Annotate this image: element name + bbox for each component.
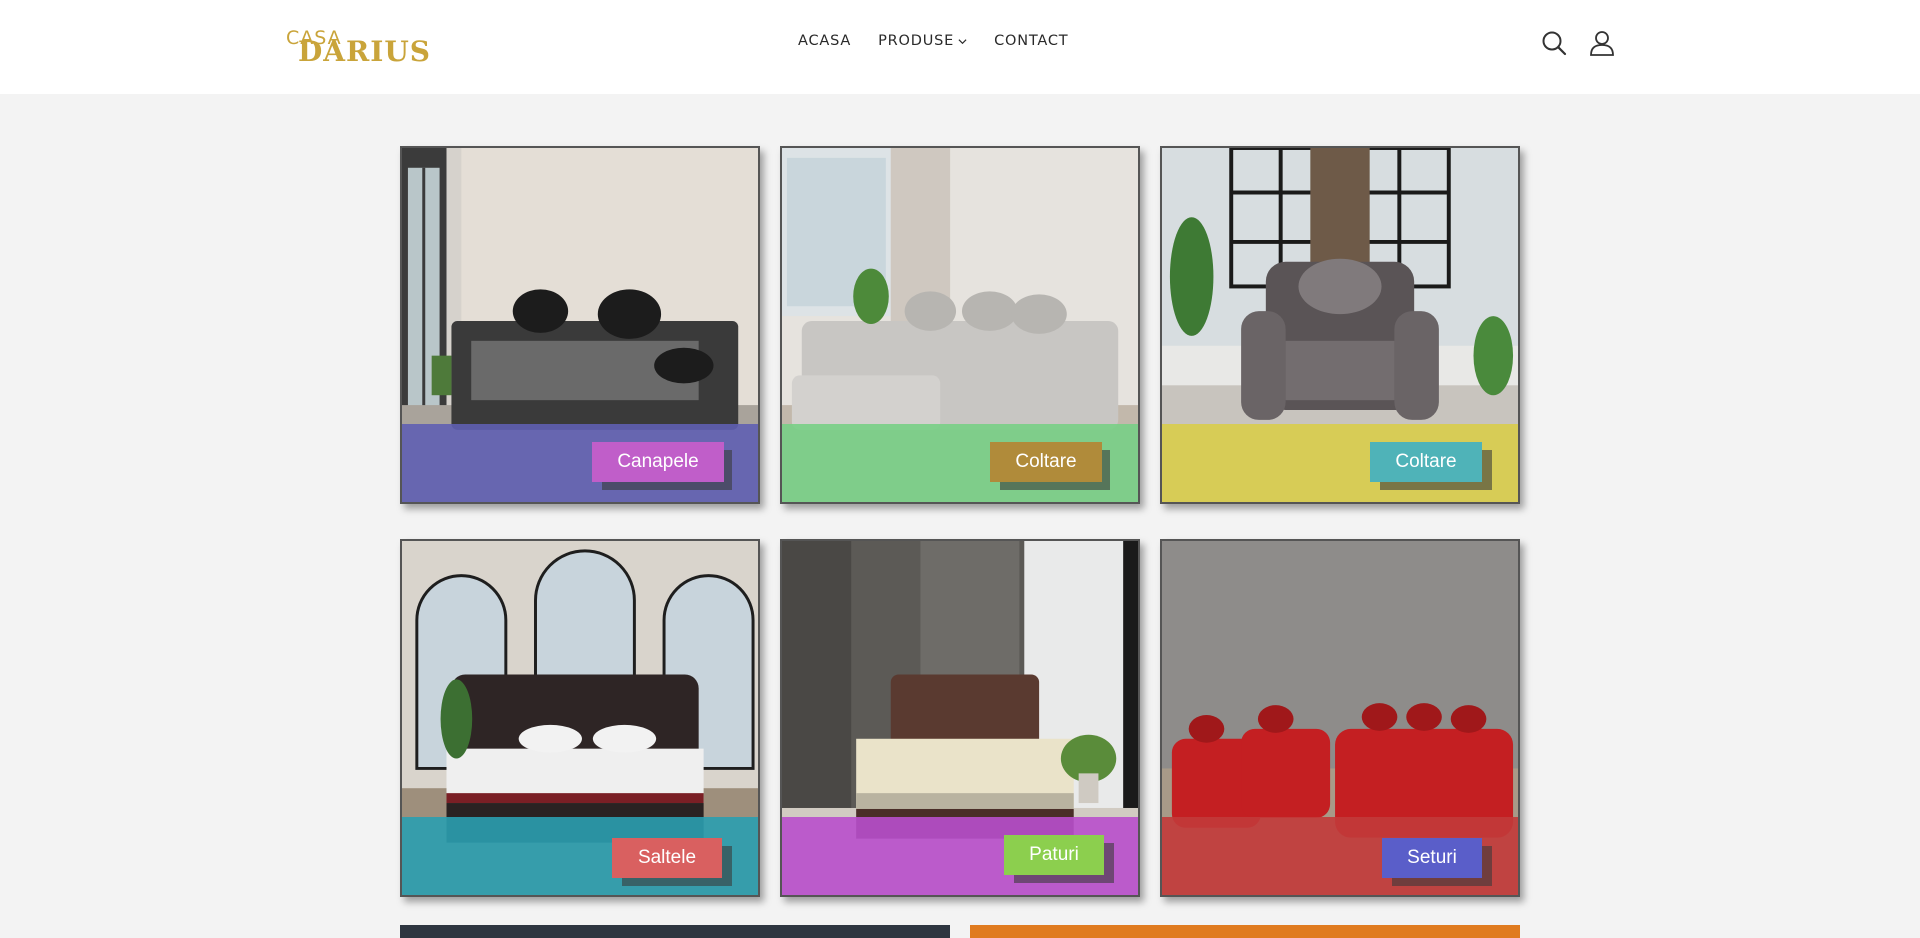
nav-produse-label: PRODUSE <box>878 33 955 49</box>
site-logo[interactable]: CASA DARIUS <box>286 27 430 68</box>
category-label[interactable]: Coltare <box>1370 442 1482 482</box>
nav-produse[interactable]: PRODUSE <box>878 33 967 49</box>
category-label[interactable]: Canapele <box>592 442 724 482</box>
category-label[interactable]: Paturi <box>1004 835 1104 875</box>
nav-acasa-label: ACASA <box>798 33 852 49</box>
nav-contact[interactable]: CONTACT <box>994 33 1068 49</box>
account-icon[interactable] <box>1588 29 1616 57</box>
category-tile-coltare-armchair[interactable]: Coltare <box>1160 146 1520 504</box>
category-tile-coltare[interactable]: Coltare <box>780 146 1140 504</box>
category-label[interactable]: Seturi <box>1382 838 1482 878</box>
category-tile-paturi[interactable]: Paturi <box>780 539 1140 897</box>
category-tile-canapele[interactable]: Canapele <box>400 146 760 504</box>
category-label[interactable]: Coltare <box>990 442 1102 482</box>
promo-banner-left[interactable] <box>400 925 950 938</box>
site-header: CASA DARIUS ACASA PRODUSE CONTACT <box>0 0 1920 94</box>
category-label[interactable]: Saltele <box>612 838 722 878</box>
nav-acasa[interactable]: ACASA <box>798 33 851 49</box>
category-tile-saltele[interactable]: Saltele <box>400 539 760 897</box>
logo-darius-text: DARIUS <box>298 35 432 68</box>
promo-banner-right[interactable] <box>970 925 1520 938</box>
nav-contact-label: CONTACT <box>994 33 1069 49</box>
chevron-down-icon <box>958 38 967 44</box>
category-tile-seturi[interactable]: Seturi <box>1160 539 1520 897</box>
search-icon[interactable] <box>1540 29 1568 57</box>
main-nav: ACASA PRODUSE CONTACT <box>798 33 1095 49</box>
